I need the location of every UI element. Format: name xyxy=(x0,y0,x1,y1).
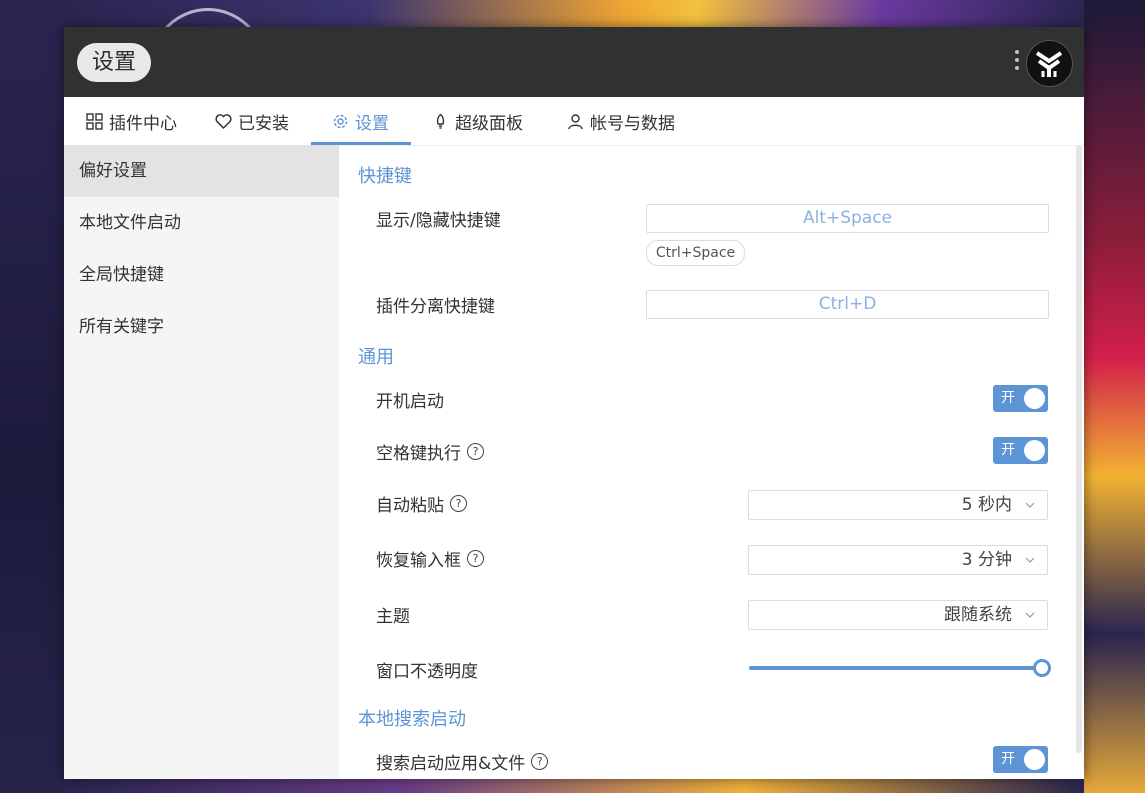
tab-super-panel[interactable]: 超级面板 xyxy=(432,97,523,145)
scrollbar[interactable] xyxy=(1076,145,1082,753)
search-apps-toggle[interactable]: 开 xyxy=(993,746,1048,773)
heart-icon xyxy=(215,113,232,129)
restore-input-select[interactable]: 3 分钟 xyxy=(748,545,1048,575)
alt-shortcut-chip[interactable]: Ctrl+Space xyxy=(646,240,745,266)
tab-label: 已安装 xyxy=(238,113,289,134)
select-value: 5 秒内 xyxy=(961,495,1012,515)
tab-label: 超级面板 xyxy=(455,113,523,134)
opacity-slider-track[interactable] xyxy=(749,666,1042,670)
autostart-label: 开机启动 xyxy=(376,387,444,412)
label-text: 搜索启动应用&文件 xyxy=(376,754,526,774)
toggle-knob xyxy=(1024,388,1045,409)
tab-settings[interactable]: 设置 xyxy=(332,97,389,145)
opacity-slider-thumb[interactable] xyxy=(1033,659,1051,677)
sidebar: 偏好设置 本地文件启动 全局快捷键 所有关键字 xyxy=(64,145,339,779)
detach-shortcut-input[interactable]: Ctrl+D xyxy=(646,290,1049,319)
sidebar-item-preferences[interactable]: 偏好设置 xyxy=(64,145,339,197)
show-hide-shortcut-input[interactable]: Alt+Space xyxy=(646,204,1049,233)
restore-input-label: 恢复输入框 ? xyxy=(376,546,484,571)
window-title: 设置 xyxy=(77,43,152,82)
label-text: 窗口不透明度 xyxy=(376,662,478,682)
autopaste-label: 自动粘贴 ? xyxy=(376,491,467,516)
toggle-state: 开 xyxy=(1001,442,1015,458)
wallpaper-left xyxy=(0,0,64,793)
tab-label: 插件中心 xyxy=(109,113,177,134)
chevron-down-icon xyxy=(1025,612,1035,618)
theme-select[interactable]: 跟随系统 xyxy=(748,600,1048,630)
label-text: 主题 xyxy=(376,607,410,627)
show-hide-shortcut-label: 显示/隐藏快捷键 xyxy=(376,206,501,231)
sidebar-item-local-file-launch[interactable]: 本地文件启动 xyxy=(64,197,339,249)
toggle-state: 开 xyxy=(1001,751,1015,767)
section-title-shortcuts: 快捷键 xyxy=(358,166,412,187)
tab-label: 帐号与数据 xyxy=(590,113,675,134)
grid-icon xyxy=(86,112,103,130)
autopaste-select[interactable]: 5 秒内 xyxy=(748,490,1048,520)
section-title-general: 通用 xyxy=(358,347,394,368)
select-value: 跟随系统 xyxy=(944,605,1012,625)
tab-label: 设置 xyxy=(355,113,389,134)
app-logo-icon[interactable] xyxy=(1026,40,1073,87)
theme-label: 主题 xyxy=(376,602,410,627)
section-title-local-search: 本地搜索启动 xyxy=(358,709,466,730)
wallpaper-right xyxy=(1084,0,1145,793)
search-apps-label: 搜索启动应用&文件 ? xyxy=(376,749,549,774)
space-exec-label: 空格键执行 ? xyxy=(376,439,484,464)
bulb-icon xyxy=(436,113,445,129)
sidebar-item-all-keywords[interactable]: 所有关键字 xyxy=(64,301,339,353)
tab-account-data[interactable]: 帐号与数据 xyxy=(567,97,675,145)
help-icon[interactable]: ? xyxy=(531,753,549,770)
detach-shortcut-label: 插件分离快捷键 xyxy=(376,292,495,317)
space-exec-toggle[interactable]: 开 xyxy=(993,437,1048,464)
help-icon[interactable]: ? xyxy=(450,495,467,512)
wallpaper-bottom xyxy=(64,779,1084,793)
label-text: 自动粘贴 xyxy=(376,496,444,516)
label-text: 显示/隐藏快捷键 xyxy=(376,211,501,231)
label-text: 开机启动 xyxy=(376,392,444,412)
settings-content: 快捷键 显示/隐藏快捷键 Alt+Space Ctrl+Space 插件分离快捷… xyxy=(339,145,1084,779)
help-icon[interactable]: ? xyxy=(467,550,484,567)
label-text: 恢复输入框 xyxy=(376,551,461,571)
toggle-knob xyxy=(1024,749,1045,770)
tab-bar: 插件中心 已安装 设置 超级面板 帐号与数据 xyxy=(64,97,1084,146)
tab-plugin-center[interactable]: 插件中心 xyxy=(86,97,177,145)
autostart-toggle[interactable]: 开 xyxy=(993,385,1048,412)
user-icon xyxy=(568,113,583,129)
gear-icon xyxy=(333,114,348,128)
tab-installed[interactable]: 已安装 xyxy=(215,97,289,145)
more-menu-icon[interactable] xyxy=(1010,47,1024,77)
sidebar-item-global-shortcuts[interactable]: 全局快捷键 xyxy=(64,249,339,301)
label-text: 插件分离快捷键 xyxy=(376,297,495,317)
label-text: 空格键执行 xyxy=(376,444,461,464)
chevron-down-icon xyxy=(1025,557,1035,563)
opacity-label: 窗口不透明度 xyxy=(376,657,478,682)
help-icon[interactable]: ? xyxy=(467,443,484,460)
toggle-state: 开 xyxy=(1001,390,1015,406)
toggle-knob xyxy=(1024,440,1045,461)
select-value: 3 分钟 xyxy=(961,550,1012,570)
chevron-down-icon xyxy=(1025,502,1035,508)
title-bar[interactable]: 设置 xyxy=(64,27,1084,97)
settings-window: 设置 插件中心 已安装 设置 超级面板 帐号与数据 偏好设置 本地文件启动 全局… xyxy=(64,27,1084,779)
